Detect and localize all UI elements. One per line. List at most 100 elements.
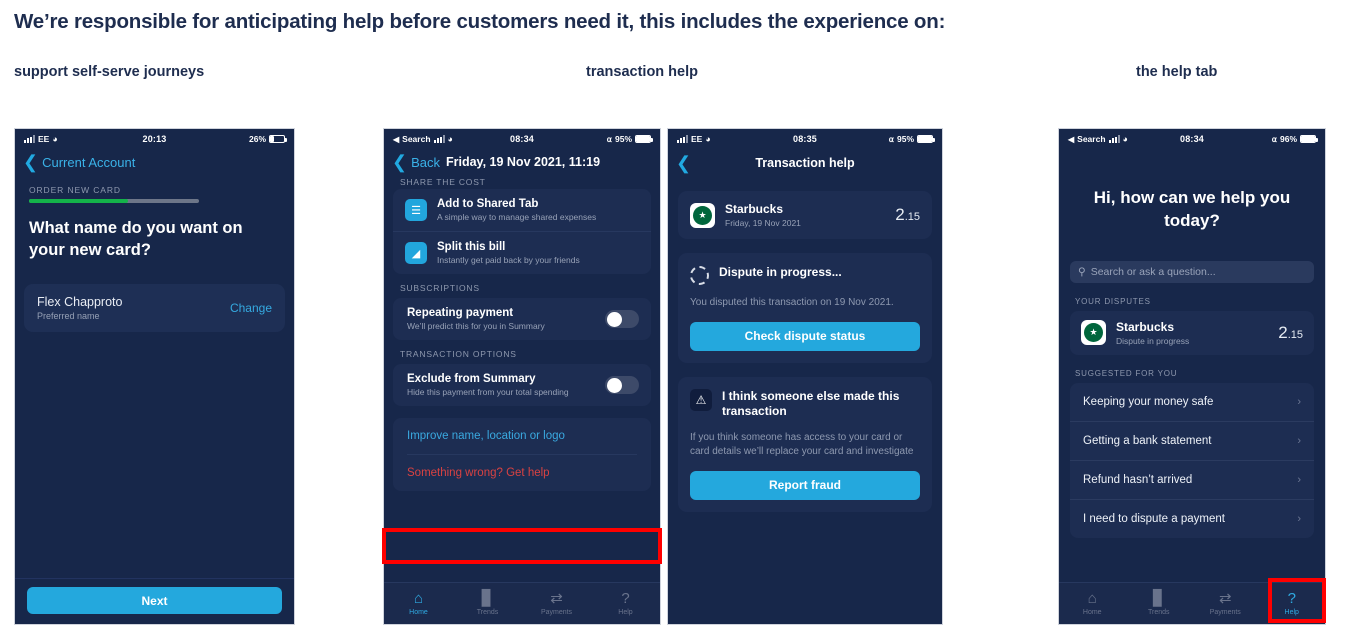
battery-icon: [917, 135, 935, 143]
wifi-icon: ◕: [705, 134, 711, 144]
get-help-link[interactable]: Something wrong? Get help: [393, 455, 651, 491]
column-caption-1: support self-serve journeys: [14, 64, 205, 80]
fraud-block: ⚠ I think someone else made this transac…: [678, 376, 932, 512]
row-texts: Split this bill Instantly get paid back …: [437, 241, 580, 265]
payments-icon: ⇄: [1218, 590, 1232, 607]
tab-label: Home: [1082, 609, 1102, 616]
amount-minor: .15: [1287, 328, 1303, 341]
split-bill-icon: ◢: [405, 242, 427, 264]
battery-percent: 26%: [248, 134, 266, 144]
battery-icon: [1300, 135, 1318, 143]
preferred-name-texts: Flex Chapproto Preferred name: [37, 295, 122, 321]
slide-canvas: We’re responsible for anticipating help …: [0, 0, 1350, 644]
carrier-label: Search: [402, 134, 431, 144]
progress-bar: [29, 199, 199, 203]
order-question: What name do you want on your new card?: [29, 219, 243, 260]
row-repeating-payment[interactable]: Repeating payment We’ll predict this for…: [393, 298, 651, 340]
screen-order-new-card: EE ◕ 20:13 26% ❮ Current Account ORDER N…: [15, 129, 294, 624]
improve-details-link[interactable]: Improve name, location or logo: [393, 418, 651, 454]
nav-title: Transaction help: [755, 156, 855, 170]
tab-label: Home: [409, 609, 428, 616]
exclude-from-summary-toggle[interactable]: [605, 376, 639, 394]
screen-transaction-help: EE ◕ 08:35 ⍺ 95% ❮ Transaction help ★ St…: [668, 129, 942, 624]
your-disputes-label: YOUR DISPUTES: [1075, 296, 1151, 306]
phone-screenshot-1: EE ◕ 20:13 26% ❮ Current Account ORDER N…: [14, 128, 295, 625]
transaction-amount: 2.15: [895, 205, 920, 225]
tab-label: Help: [618, 609, 633, 616]
home-icon: ⌂: [413, 590, 424, 607]
chevron-right-icon: ›: [1297, 473, 1301, 486]
chevron-right-icon: ›: [1297, 512, 1301, 525]
headphones-icon: ⍺: [606, 134, 612, 144]
tab-bar: ⌂ Home ▊ Trends ⇄ Payments ? Help: [1059, 582, 1325, 624]
tab-help[interactable]: ? Help: [591, 591, 660, 617]
amount-minor: .15: [904, 211, 920, 223]
transaction-summary-card[interactable]: ★ Starbucks Friday, 19 Nov 2021 2.15: [678, 191, 932, 239]
signal-bars-icon: [677, 135, 688, 143]
tab-bar: ⌂ Home ▊ Trends ⇄ Payments ? Help: [384, 582, 660, 624]
tab-home[interactable]: ⌂ Home: [384, 590, 453, 617]
status-left: EE ◕: [677, 134, 711, 144]
headphones-icon: ⍺: [1271, 134, 1277, 144]
battery-percent: 95%: [896, 134, 914, 144]
tab-label: Trends: [1147, 609, 1170, 616]
nav-title: Friday, 19 Nov 2021, 11:19: [446, 155, 601, 169]
nav-bar: ❮ Back Friday, 19 Nov 2021, 11:19: [384, 149, 660, 175]
tab-label: Payments: [540, 609, 573, 616]
dispute-in-progress-block: Dispute in progress... You disputed this…: [678, 253, 932, 363]
next-button[interactable]: Next: [27, 587, 282, 614]
tab-payments[interactable]: ⇄ Payments: [522, 590, 591, 617]
tab-help[interactable]: ? Help: [1259, 591, 1326, 617]
dispute-card[interactable]: ★ Starbucks Dispute in progress 2.15: [1070, 310, 1314, 355]
transaction-date: Friday, 19 Nov 2021: [725, 218, 801, 228]
tab-payments[interactable]: ⇄ Payments: [1192, 590, 1259, 617]
tab-home[interactable]: ⌂ Home: [1059, 591, 1126, 617]
report-fraud-button[interactable]: Report fraud: [690, 470, 920, 500]
nav-back-label[interactable]: Back: [411, 155, 440, 170]
battery-icon: [635, 135, 653, 143]
nav-back-label[interactable]: Current Account: [42, 155, 135, 170]
preferred-name-card[interactable]: Flex Chapproto Preferred name Change: [24, 283, 285, 332]
trends-icon: ▊: [481, 590, 494, 607]
suggested-for-you-label: SUGGESTED FOR YOU: [1075, 368, 1178, 378]
phone-screenshot-3: EE ◕ 08:35 ⍺ 95% ❮ Transaction help ★ St…: [667, 128, 943, 625]
back-chevron-icon[interactable]: ❮: [676, 154, 691, 172]
phone-screenshot-4: ◀ Search ◕ 08:34 ⍺ 96% Hi, how can we he…: [1058, 128, 1326, 625]
nav-bar: ❮ Current Account: [15, 149, 294, 175]
list-item[interactable]: Getting a bank statement ›: [1070, 420, 1314, 460]
suggested-label-text: Keeping your money safe: [1083, 395, 1214, 408]
check-dispute-status-button[interactable]: Check dispute status: [690, 321, 920, 351]
row-split-this-bill[interactable]: ◢ Split this bill Instantly get paid bac…: [393, 231, 651, 274]
payments-icon: ⇄: [550, 590, 563, 607]
help-links-card: Improve name, location or logo Something…: [393, 418, 651, 491]
row-add-to-shared-tab[interactable]: ☰ Add to Shared Tab A simple way to mana…: [393, 189, 651, 231]
dispute-texts: Starbucks Dispute in progress: [1116, 320, 1189, 346]
share-the-cost-label: SHARE THE COST: [400, 177, 486, 185]
dispute-amount: 2.15: [1278, 323, 1303, 343]
back-chevron-icon[interactable]: ❮: [392, 153, 407, 171]
dispute-merchant: Starbucks: [1116, 319, 1175, 334]
row-exclude-from-summary[interactable]: Exclude from Summary Hide this payment f…: [393, 364, 651, 406]
list-item[interactable]: Refund hasn’t arrived ›: [1070, 459, 1314, 499]
list-item[interactable]: Keeping your money safe ›: [1070, 383, 1314, 421]
back-chevron-icon[interactable]: ❮: [23, 153, 38, 171]
list-icon: ☰: [405, 199, 427, 221]
signal-bars-icon: [24, 135, 35, 143]
row-subtitle: Instantly get paid back by your friends: [437, 255, 580, 265]
change-name-link[interactable]: Change: [230, 301, 272, 315]
tab-trends[interactable]: ▊ Trends: [453, 590, 522, 617]
row-title: Repeating payment: [407, 307, 514, 319]
list-item[interactable]: I need to dispute a payment ›: [1070, 498, 1314, 538]
help-hero-title: Hi, how can we help you today?: [1093, 188, 1291, 230]
tab-trends[interactable]: ▊ Trends: [1126, 591, 1193, 617]
battery-percent: 95%: [614, 134, 632, 144]
nav-bar: ❮ Transaction help: [668, 149, 942, 177]
phone-screenshot-2: ◀ Search ◕ 08:34 ⍺ 95% ❮ Back Friday, 19…: [383, 128, 661, 625]
starbucks-logo-icon: ★: [690, 202, 715, 228]
status-left: ◀ Search ◕: [393, 134, 453, 144]
row-texts: Exclude from Summary Hide this payment f…: [407, 373, 569, 397]
transaction-options-card: Exclude from Summary Hide this payment f…: [393, 364, 651, 406]
repeating-payment-toggle[interactable]: [605, 310, 639, 328]
battery-percent: 96%: [1279, 134, 1297, 144]
search-input[interactable]: ⚲ Search or ask a question...: [1070, 260, 1314, 283]
